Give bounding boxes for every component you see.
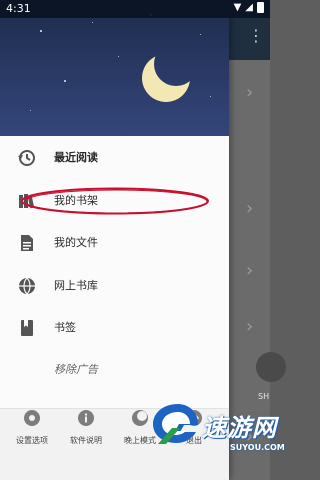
menu-item-label: 我的文件 [54,236,98,249]
menu-item-label: 书签 [54,321,76,334]
menu-item-bookmarks[interactable]: 书签 [0,308,229,348]
star-decoration [40,30,42,32]
history-icon [18,150,35,166]
watermark-logo [153,404,199,444]
watermark-subtitle: SUYOU.COM [230,443,285,452]
star-decoration [210,96,211,97]
chevron-right-icon: › [246,198,254,219]
moon-icon [142,54,190,102]
globe-icon [19,277,35,295]
watermark-title: 速游网 [202,414,277,442]
menu-item-online-library[interactable]: 网上书库 [0,266,229,306]
status-bar: 4:31 ▼ ◢ [0,0,270,18]
drawer-header [0,0,229,136]
status-icons: ▼ ◢ [234,2,264,13]
battery-icon [257,2,264,13]
chevron-right-icon: › [246,316,254,337]
info-icon [78,410,94,426]
star-decoration [92,22,93,23]
menu-item-my-files[interactable]: 我的文件 [0,223,229,263]
info-button[interactable]: 软件说明 [57,409,115,480]
menu-item-remove-ads[interactable]: 移除广告 [0,350,229,390]
chevron-right-icon: › [246,82,254,103]
settings-button[interactable]: 设置选项 [3,409,61,480]
overflow-menu-icon[interactable]: ⋮ [248,28,264,44]
star-decoration [118,56,119,57]
night-mode-icon [132,410,148,426]
info-label: 软件说明 [70,436,102,445]
wifi-icon: ▼ [233,2,242,13]
settings-label: 设置选项 [16,436,48,445]
chevron-right-icon: › [246,260,254,281]
watermark: 速游网 SUYOU.COM [150,400,285,452]
menu-item-label: 网上书库 [54,279,98,292]
menu-item-recent-reading[interactable]: 最近阅读 [0,138,229,178]
gear-icon [24,410,40,426]
bookmark-icon [21,320,33,336]
menu-item-label: 最近阅读 [54,151,98,164]
highlight-annotation [21,187,209,215]
file-icon [21,235,33,251]
remove-ads-label: 移除广告 [54,363,98,376]
star-decoration [64,80,66,82]
signal-icon: ◢ [245,2,253,13]
star-decoration [30,110,31,111]
floating-button[interactable] [256,352,286,382]
status-time: 4:31 [6,2,31,15]
star-decoration [200,34,201,35]
